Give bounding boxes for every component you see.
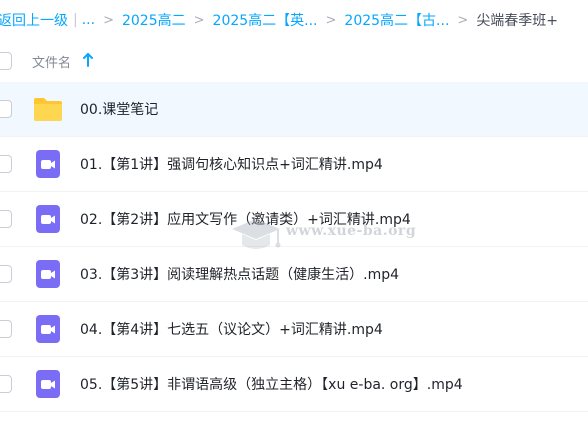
video-icon bbox=[36, 315, 60, 343]
file-row-video[interactable]: 04.【第4讲】七选五（议论文）+词汇精讲.mp4 bbox=[0, 302, 588, 357]
video-icon bbox=[36, 370, 60, 398]
breadcrumb-ellipsis[interactable]: ... bbox=[82, 12, 95, 28]
file-name: 05.【第5讲】非谓语高级（独立主格）【xu e-ba. org】.mp4 bbox=[80, 377, 463, 393]
file-list: 00.课堂笔记 01.【第1讲】强调句核心知识点+词汇精讲.mp4 02.【第2… bbox=[0, 82, 588, 412]
video-icon bbox=[36, 150, 60, 178]
chevron-right-icon: > bbox=[325, 12, 337, 28]
breadcrumb-item-3[interactable]: 2025高二【古... bbox=[344, 10, 449, 30]
column-header-filename[interactable]: 文件名 bbox=[32, 52, 71, 71]
file-row-video[interactable]: 05.【第5讲】非谓语高级（独立主格）【xu e-ba. org】.mp4 bbox=[0, 357, 588, 412]
breadcrumb-current: 尖端春季班+ bbox=[476, 13, 559, 29]
file-row-video[interactable]: 01.【第1讲】强调句核心知识点+词汇精讲.mp4 bbox=[0, 137, 588, 192]
row-checkbox[interactable] bbox=[0, 265, 12, 283]
file-name: 01.【第1讲】强调句核心知识点+词汇精讲.mp4 bbox=[80, 157, 383, 173]
video-icon bbox=[36, 205, 60, 233]
file-row-video[interactable]: 03.【第3讲】阅读理解热点话题（健康生活）.mp4 bbox=[0, 247, 588, 302]
row-checkbox[interactable] bbox=[0, 100, 12, 118]
arrow-up-icon[interactable] bbox=[82, 52, 94, 68]
file-name: 02.【第2讲】应用文写作（邀请类）+词汇精讲.mp4 bbox=[80, 212, 411, 228]
row-checkbox[interactable] bbox=[0, 375, 12, 393]
breadcrumb: 返回上一级 | ... > 2025高二 > 2025高二【英... > 202… bbox=[0, 0, 588, 40]
breadcrumb-divider: | bbox=[73, 12, 78, 28]
chevron-right-icon: > bbox=[103, 12, 114, 28]
back-link[interactable]: 返回上一级 bbox=[0, 10, 68, 30]
chevron-right-icon: > bbox=[457, 12, 469, 28]
breadcrumb-item-1[interactable]: 2025高二 bbox=[122, 10, 186, 30]
file-browser: 返回上一级 | ... > 2025高二 > 2025高二【英... > 202… bbox=[0, 0, 588, 430]
list-header: 文件名 bbox=[0, 41, 588, 81]
breadcrumb-item-2[interactable]: 2025高二【英... bbox=[213, 10, 318, 30]
file-row-folder[interactable]: 00.课堂笔记 bbox=[0, 82, 588, 137]
row-checkbox[interactable] bbox=[0, 320, 12, 338]
row-checkbox[interactable] bbox=[0, 155, 12, 173]
video-icon bbox=[36, 260, 60, 288]
select-all-checkbox[interactable] bbox=[0, 52, 12, 70]
file-name: 04.【第4讲】七选五（议论文）+词汇精讲.mp4 bbox=[80, 322, 383, 338]
chevron-right-icon: > bbox=[193, 12, 205, 28]
file-row-video[interactable]: 02.【第2讲】应用文写作（邀请类）+词汇精讲.mp4 bbox=[0, 192, 588, 247]
file-name: 00.课堂笔记 bbox=[80, 102, 159, 118]
file-name: 03.【第3讲】阅读理解热点话题（健康生活）.mp4 bbox=[80, 267, 400, 283]
row-checkbox[interactable] bbox=[0, 210, 12, 228]
folder-icon bbox=[34, 98, 62, 121]
